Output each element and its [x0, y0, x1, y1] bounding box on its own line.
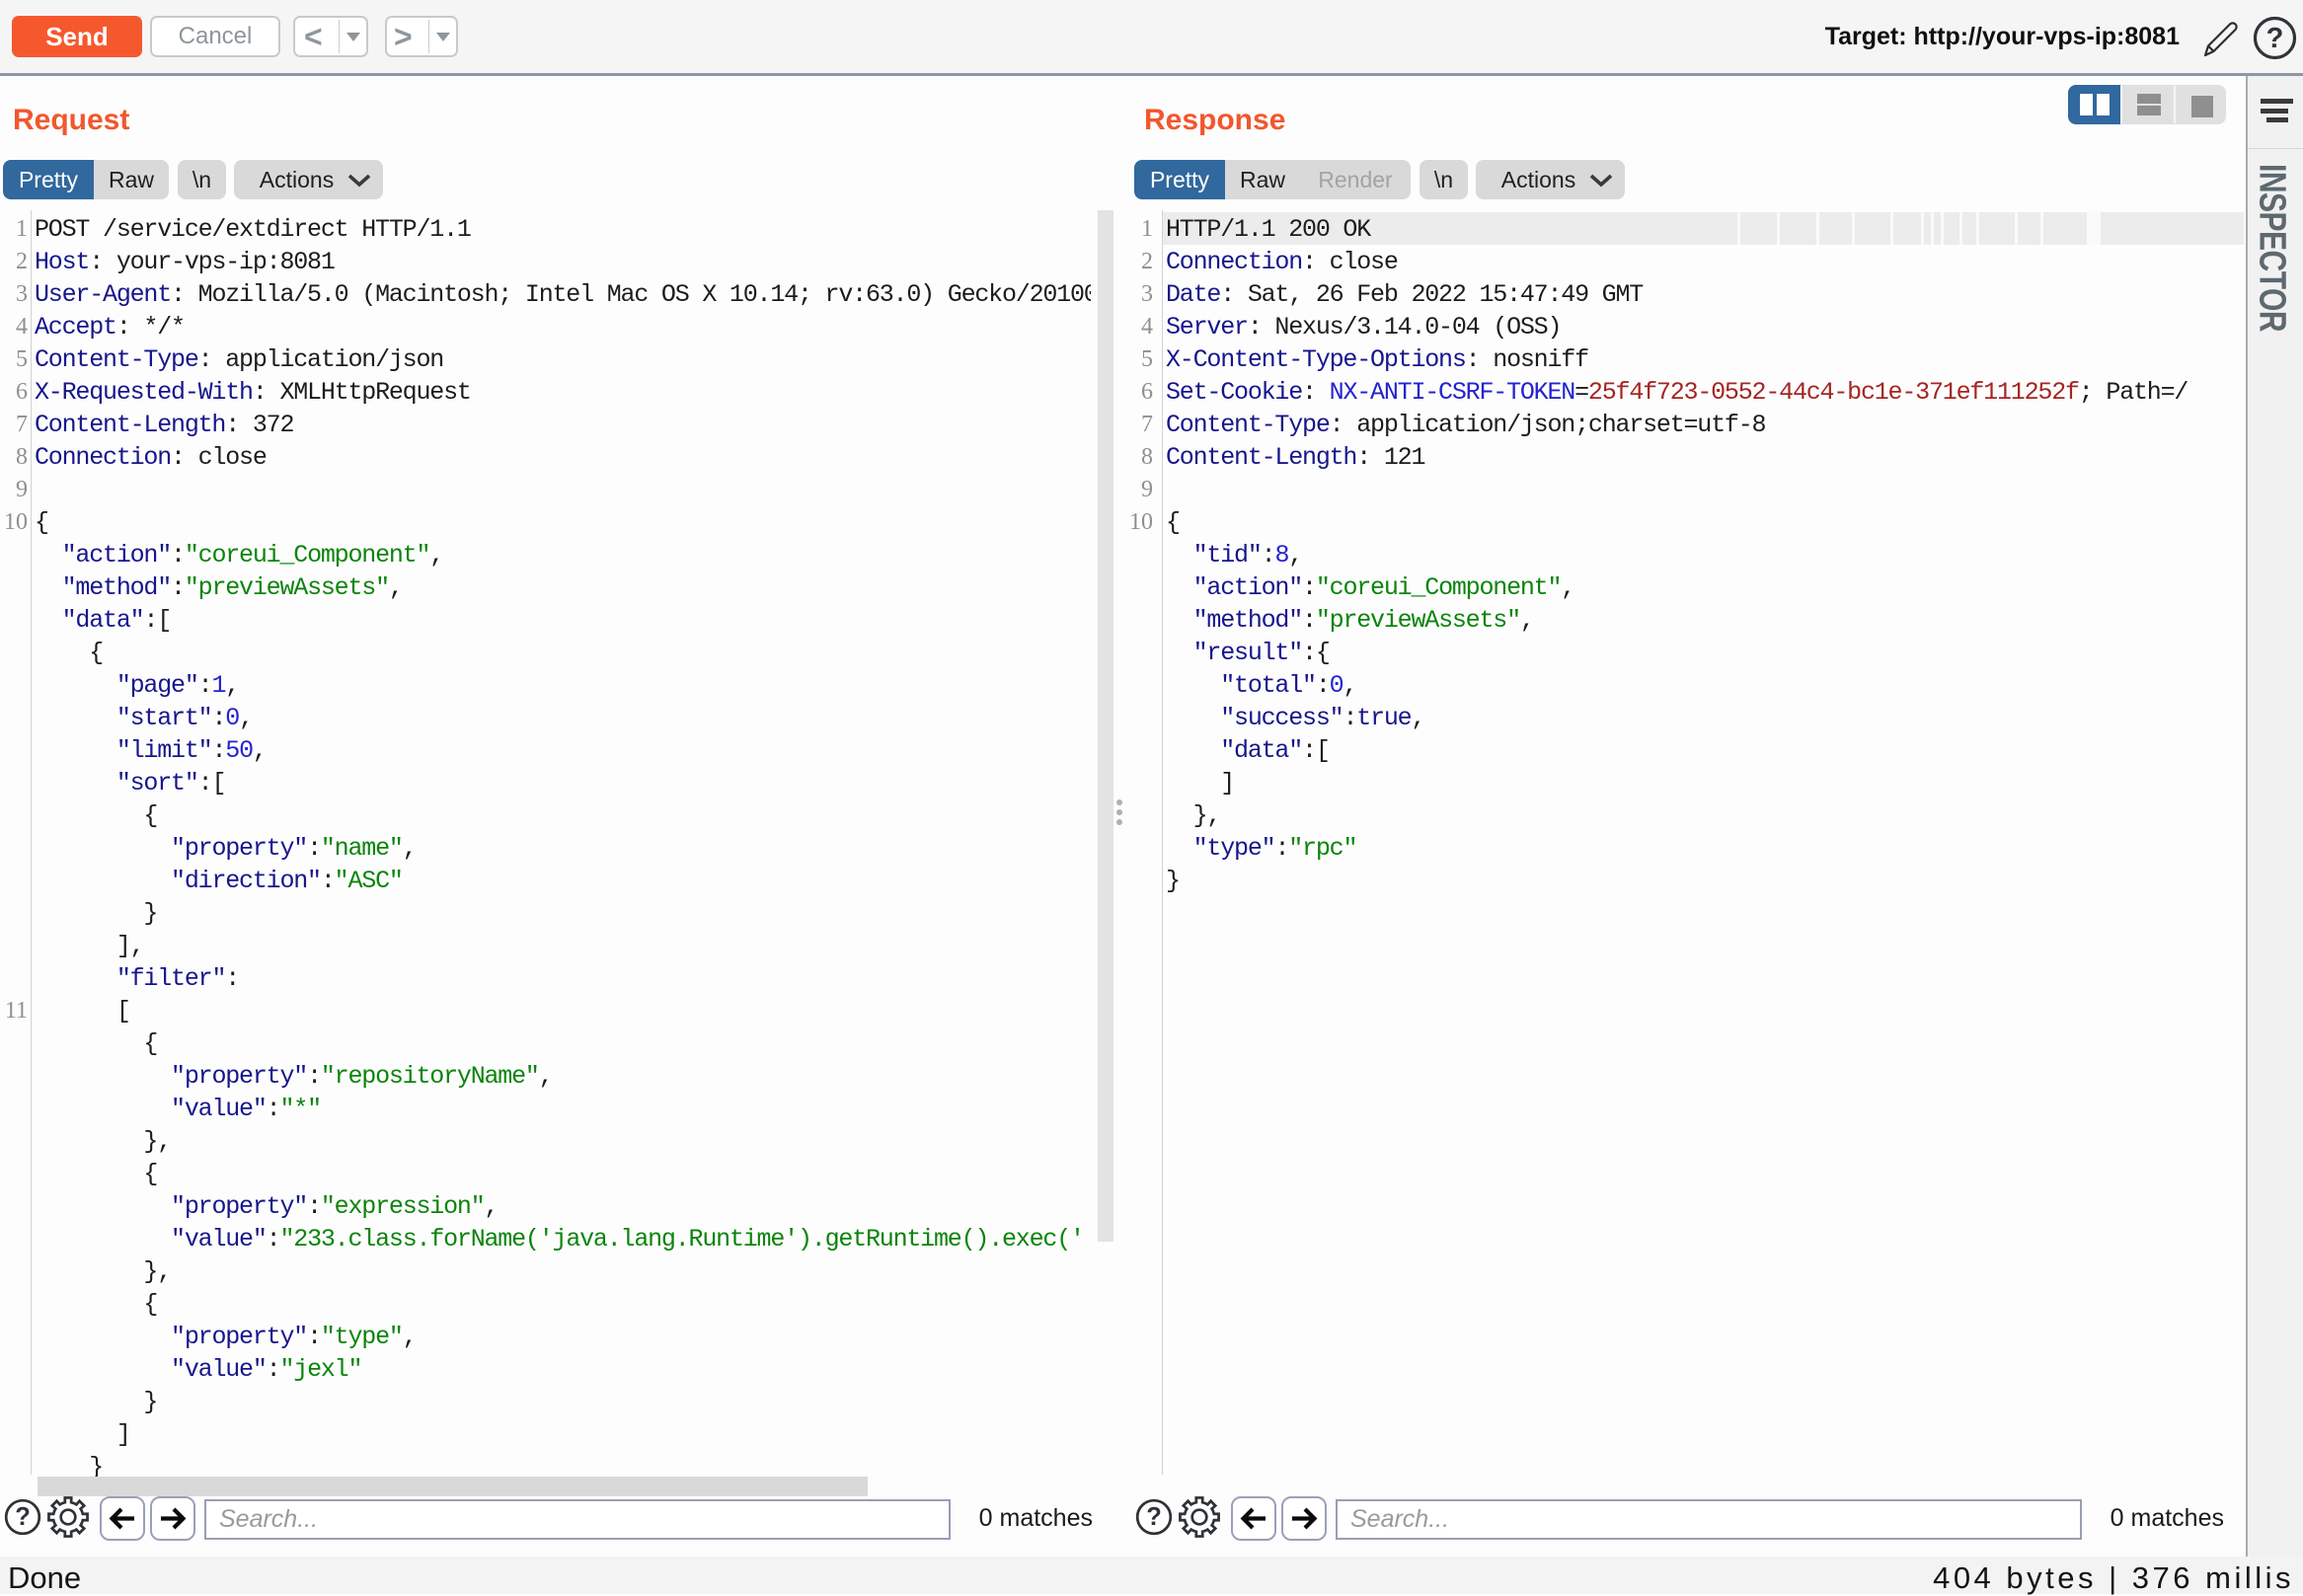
svg-text:?: ?: [1146, 1503, 1162, 1531]
svg-text:?: ?: [2266, 23, 2284, 54]
svg-text:?: ?: [15, 1503, 31, 1531]
